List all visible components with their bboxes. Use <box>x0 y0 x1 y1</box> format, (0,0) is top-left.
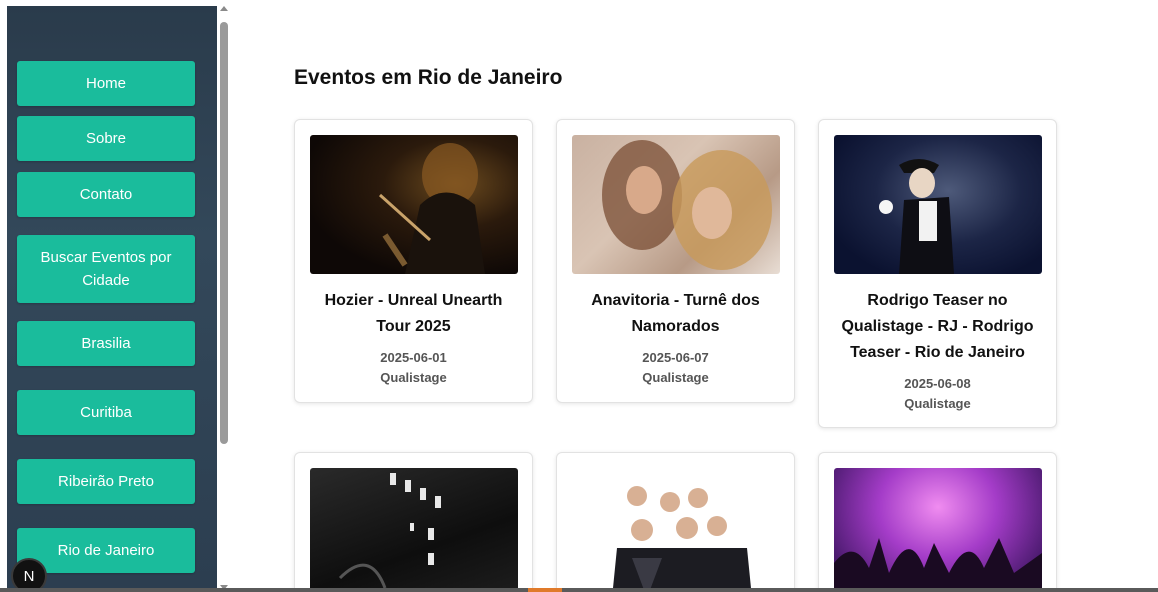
app-window: Home Sobre Contato Buscar Eventos por Ci… <box>0 0 1158 592</box>
event-info: Hozier - Unreal Unearth Tour 2025 2025-0… <box>309 288 518 388</box>
taskbar-strip <box>0 588 1158 592</box>
event-title: Hozier - Unreal Unearth Tour 2025 <box>324 292 503 335</box>
sidebar-item-curitiba[interactable]: Curitiba <box>17 390 195 435</box>
event-card[interactable]: Anavitoria - Turnê dos Namorados 2025-06… <box>556 119 795 403</box>
event-date: 2025-06-01 <box>380 350 447 365</box>
event-info: Rodrigo Teaser no Qualistage - RJ - Rodr… <box>833 288 1042 414</box>
event-image <box>572 135 780 274</box>
event-image <box>310 135 518 274</box>
event-title: Rodrigo Teaser no Qualistage - RJ - Rodr… <box>841 292 1034 361</box>
event-card[interactable]: Hozier - Unreal Unearth Tour 2025 2025-0… <box>294 119 533 403</box>
sidebar: Home Sobre Contato Buscar Eventos por Ci… <box>7 6 217 590</box>
sidebar-item-buscar-eventos[interactable]: Buscar Eventos por Cidade <box>17 235 195 303</box>
event-card[interactable]: Rodrigo Teaser no Qualistage - RJ - Rodr… <box>818 119 1057 428</box>
sidebar-item-sobre[interactable]: Sobre <box>17 116 195 161</box>
page-title: Eventos em Rio de Janeiro <box>294 66 563 89</box>
event-image <box>310 468 518 592</box>
event-card[interactable] <box>818 452 1057 592</box>
event-venue: Qualistage <box>642 370 709 385</box>
sidebar-scrollbar[interactable] <box>217 6 232 590</box>
sidebar-item-ribeirao-preto[interactable]: Ribeirão Preto <box>17 459 195 504</box>
event-venue: Qualistage <box>380 370 447 385</box>
event-image <box>834 135 1042 274</box>
scroll-up-arrow-icon[interactable] <box>220 6 228 11</box>
event-venue: Qualistage <box>904 396 971 411</box>
event-info: Anavitoria - Turnê dos Namorados 2025-06… <box>571 288 780 388</box>
event-date: 2025-06-08 <box>904 376 971 391</box>
event-date: 2025-06-07 <box>642 350 709 365</box>
scroll-thumb[interactable] <box>220 22 228 444</box>
event-title: Anavitoria - Turnê dos Namorados <box>591 292 760 335</box>
event-card[interactable] <box>556 452 795 592</box>
sidebar-item-home[interactable]: Home <box>17 61 195 106</box>
event-image <box>572 468 780 592</box>
event-card[interactable] <box>294 452 533 592</box>
sidebar-item-contato[interactable]: Contato <box>17 172 195 217</box>
sidebar-item-brasilia[interactable]: Brasilia <box>17 321 195 366</box>
next-dev-badge[interactable]: N <box>11 558 47 592</box>
event-image <box>834 468 1042 592</box>
taskbar-highlight <box>528 588 562 592</box>
